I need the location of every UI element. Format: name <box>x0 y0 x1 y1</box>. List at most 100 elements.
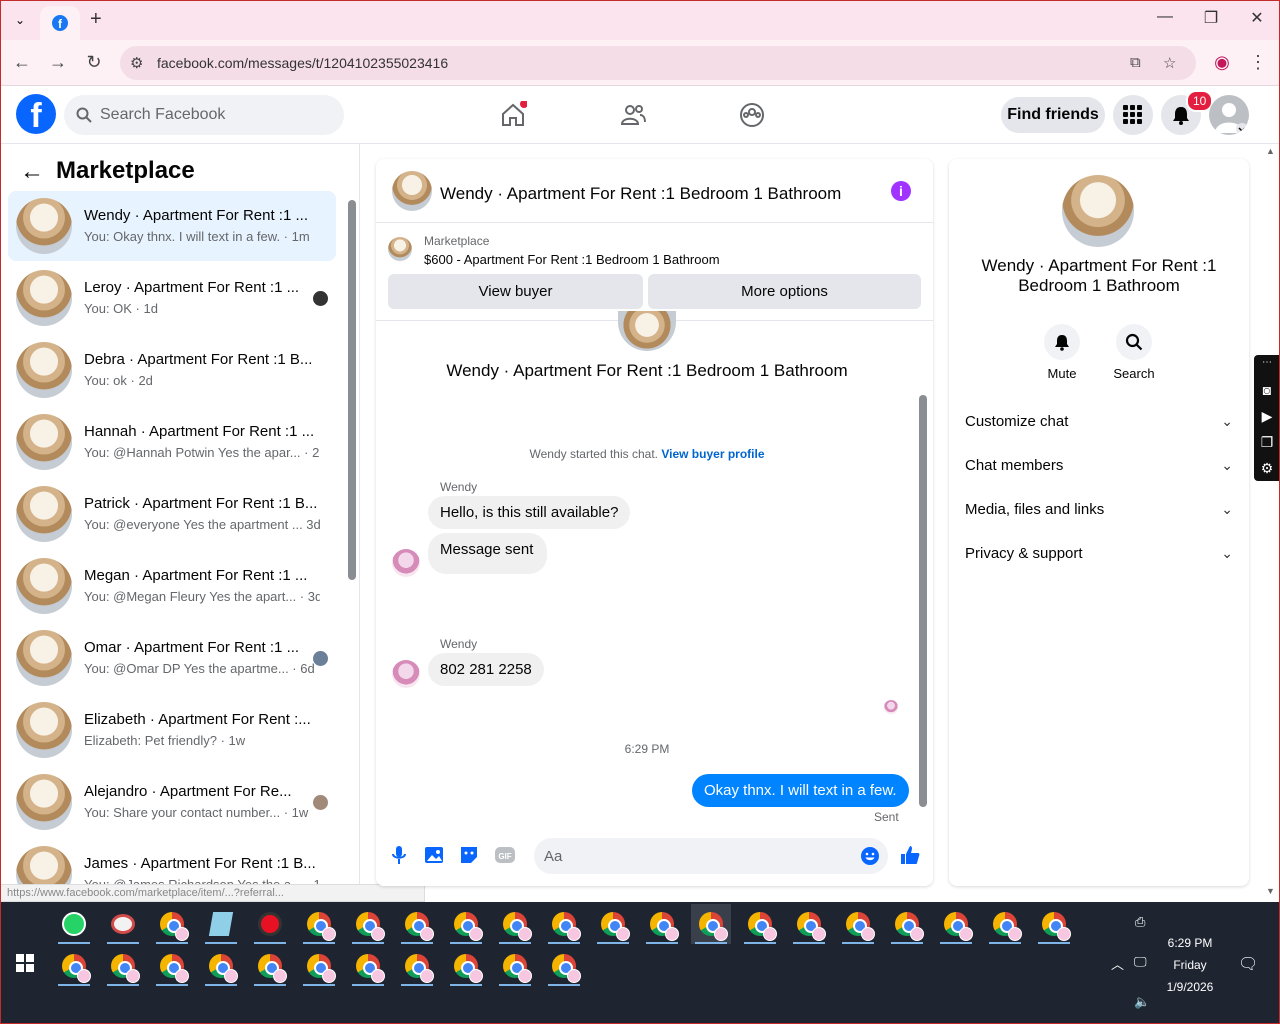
facebook-logo-icon[interactable]: f <box>16 94 56 134</box>
page-scroll-down-icon[interactable]: ▼ <box>1266 886 1275 896</box>
chrome-icon[interactable] <box>593 904 633 944</box>
volume-icon[interactable]: 🔈 <box>1134 994 1150 1010</box>
back-icon[interactable]: ← <box>10 52 34 73</box>
sticker-icon[interactable] <box>458 844 480 866</box>
customize-chat-row[interactable]: Customize chat ⌄ <box>965 413 1233 430</box>
chrome-icon[interactable] <box>152 946 192 986</box>
details-avatar[interactable] <box>1062 175 1134 247</box>
chat-avatar[interactable] <box>392 171 432 211</box>
account-avatar[interactable] <box>1209 95 1249 135</box>
conversation-item[interactable]: Alejandro · Apartment For Re... You: Shar… <box>8 767 336 837</box>
page-scroll-up-icon[interactable]: ▲ <box>1266 146 1275 156</box>
chrome-icon[interactable] <box>1034 904 1074 944</box>
install-app-icon[interactable]: ⧉ <box>1130 54 1141 71</box>
address-bar[interactable]: ⚙ facebook.com/messages/t/12041023550234… <box>120 46 1196 80</box>
chrome-icon[interactable] <box>936 904 976 944</box>
chrome-icon[interactable] <box>642 904 682 944</box>
listing-title[interactable]: $600 - Apartment For Rent :1 Bedroom 1 B… <box>424 252 720 267</box>
conversation-item[interactable]: Leroy · Apartment For Rent :1 ... You: OK… <box>8 263 336 333</box>
conversation-item[interactable]: Elizabeth · Apartment For Rent :... Eliza… <box>8 695 336 765</box>
wendy-avatar[interactable] <box>392 549 420 577</box>
my-message-bubble[interactable]: Okay thnx. I will text in a few. <box>692 774 909 807</box>
dock-handle-icon[interactable]: ⋯ <box>1254 355 1280 377</box>
info-icon[interactable]: i <box>891 181 911 201</box>
chrome-icon[interactable] <box>397 946 437 986</box>
close-icon[interactable]: ✕ <box>1245 8 1269 28</box>
chrome-icon[interactable] <box>495 904 535 944</box>
notepad-icon[interactable] <box>201 904 241 944</box>
chrome-icon[interactable] <box>152 904 192 944</box>
chrome-icon[interactable] <box>838 904 878 944</box>
search-in-chat-button[interactable]: Search <box>1104 324 1164 381</box>
search-facebook-input[interactable]: Search Facebook <box>64 95 344 135</box>
chrome-icon[interactable] <box>348 904 388 944</box>
more-options-button[interactable]: More options <box>648 274 921 309</box>
url-text[interactable]: facebook.com/messages/t/1204102355023416 <box>157 55 448 71</box>
find-friends-button[interactable]: Find friends <box>1001 97 1105 133</box>
sidebar-scrollbar[interactable] <box>348 200 356 580</box>
chrome-icon[interactable] <box>299 904 339 944</box>
home-icon[interactable] <box>499 101 527 129</box>
facebook-tab[interactable]: f <box>40 6 80 40</box>
reload-icon[interactable]: ↻ <box>82 52 106 73</box>
chrome-icon[interactable] <box>446 946 486 986</box>
chrome-icon[interactable] <box>887 904 927 944</box>
chrome-icon[interactable] <box>789 904 829 944</box>
listing-thumbnail[interactable] <box>388 237 412 261</box>
conversation-item[interactable]: Wendy · Apartment For Rent :1 ... You: Ok… <box>8 191 336 261</box>
conversation-item[interactable]: Hannah · Apartment For Rent :1 ... You: @… <box>8 407 336 477</box>
groups-icon[interactable] <box>738 101 766 129</box>
wendy-avatar[interactable] <box>392 660 420 688</box>
site-info-icon[interactable]: ⚙ <box>130 54 143 72</box>
photo-icon[interactable] <box>423 844 445 866</box>
conversation-item[interactable]: Debra · Apartment For Rent :1 B... You: o… <box>8 335 336 405</box>
menu-grid-button[interactable] <box>1113 95 1153 135</box>
chrome-icon[interactable] <box>348 946 388 986</box>
restore-icon[interactable]: ❐ <box>1199 8 1223 28</box>
chrome-icon[interactable] <box>985 904 1025 944</box>
chrome-icon[interactable] <box>201 946 241 986</box>
screen-recorder-icon[interactable] <box>250 904 290 944</box>
message-input[interactable]: Aa <box>534 838 888 874</box>
conversation-item[interactable]: Omar · Apartment For Rent :1 ... You: @Om… <box>8 623 336 693</box>
forward-icon[interactable]: → <box>46 52 70 73</box>
chrome-icon[interactable] <box>250 946 290 986</box>
camera-icon[interactable]: ◙ <box>1254 377 1280 403</box>
chrome-icon[interactable] <box>740 904 780 944</box>
browser-menu-icon[interactable]: ⋮ <box>1246 52 1270 73</box>
video-icon[interactable]: ▶ <box>1254 403 1280 429</box>
chrome-icon[interactable] <box>54 946 94 986</box>
chrome-icon[interactable] <box>495 946 535 986</box>
windows-start-icon[interactable] <box>16 954 34 972</box>
meet-now-icon[interactable]: ⎙ <box>1135 914 1145 930</box>
message-bubble[interactable]: 802 281 2258 <box>428 653 544 686</box>
chrome-icon[interactable] <box>691 904 731 944</box>
media-files-links-row[interactable]: Media, files and links ⌄ <box>965 501 1233 518</box>
chrome-icon[interactable] <box>446 904 486 944</box>
friends-icon[interactable] <box>619 101 647 129</box>
mute-button[interactable]: Mute <box>1032 324 1092 381</box>
view-buyer-profile-link[interactable]: View buyer profile <box>661 447 764 461</box>
chrome-icon[interactable] <box>103 946 143 986</box>
whatsapp-icon[interactable] <box>54 904 94 944</box>
minimize-icon[interactable]: — <box>1153 8 1177 26</box>
profile-icon[interactable]: ◉ <box>1210 52 1234 73</box>
new-tab-button[interactable]: + <box>90 8 102 31</box>
gif-icon[interactable]: GIF <box>494 844 516 866</box>
chat-members-row[interactable]: Chat members ⌄ <box>965 457 1233 474</box>
show-hidden-icons-chevron-icon[interactable]: ︿ <box>1111 954 1124 973</box>
conversation-item[interactable]: Megan · Apartment For Rent :1 ... You: @M… <box>8 551 336 621</box>
network-icon[interactable]: 🖵 <box>1134 954 1147 970</box>
chrome-icon[interactable] <box>397 904 437 944</box>
notification-center-icon[interactable]: 🗨 <box>1238 954 1258 974</box>
like-thumbs-up-icon[interactable] <box>899 844 921 866</box>
conversation-item[interactable]: Patrick · Apartment For Rent :1 B... You:… <box>8 479 336 549</box>
message-bubble[interactable]: Message sent <box>428 533 548 574</box>
view-buyer-button[interactable]: View buyer <box>388 274 643 309</box>
settings-gear-icon[interactable]: ⚙ <box>1254 455 1280 481</box>
chrome-icon[interactable] <box>544 946 584 986</box>
chat-scrollbar[interactable] <box>919 395 927 807</box>
emoji-icon[interactable] <box>860 846 880 866</box>
windows-icon[interactable]: ❐ <box>1254 429 1280 455</box>
microphone-icon[interactable] <box>388 844 410 866</box>
